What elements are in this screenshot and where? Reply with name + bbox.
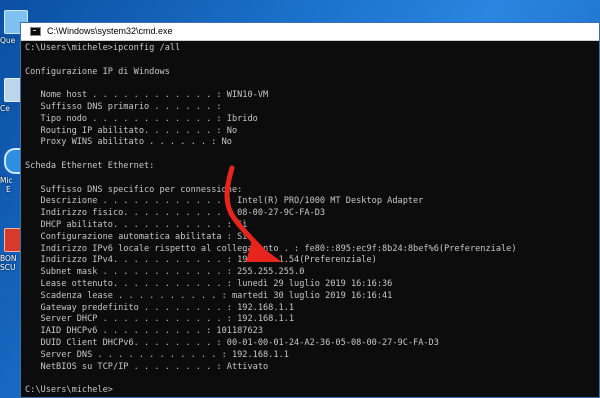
console-line: Server DNS . . . . . . . . . . . . : 192… <box>25 349 289 360</box>
console-line: Configurazione IP di Windows <box>25 66 170 77</box>
console-line: Server DHCP . . . . . . . . . . . . : 19… <box>25 314 295 325</box>
console-line: Suffisso DNS primario . . . . . . : <box>25 101 222 112</box>
console-line: Routing IP abilitato. . . . . . . : No <box>25 125 238 136</box>
console-line: DHCP abilitato. . . . . . . . . . . : Sì <box>25 219 248 230</box>
console-line: NetBIOS su TCP/IP . . . . . . . . : Atti… <box>25 361 269 372</box>
console-line: Gateway predefinito . . . . . . . . : 19… <box>25 302 295 313</box>
console-line: Subnet mask . . . . . . . . . . . . : 25… <box>25 267 305 278</box>
console-line: Suffisso DNS specifico per connessione: <box>25 184 243 195</box>
console-output[interactable]: C:\Users\michele>ipconfig /all Configuraz… <box>25 43 595 395</box>
window-title: C:\Windows\system32\cmd.exe <box>47 26 173 36</box>
console-line: Descrizione . . . . . . . . . . . . : In… <box>25 196 424 207</box>
console-line: Lease ottenuto. . . . . . . . . . . : lu… <box>25 278 393 289</box>
console-line: Indirizzo IPv6 locale rispetto al colleg… <box>25 243 517 254</box>
console-line: Scadenza lease . . . . . . . . . . : mar… <box>25 290 393 301</box>
console-line: Tipo nodo . . . . . . . . . . . . : Ibri… <box>25 113 258 124</box>
console-line: Indirizzo fisico. . . . . . . . . . : 08… <box>25 208 326 219</box>
console-line: IAID DHCPv6 . . . . . . . . . . : 101187… <box>25 326 263 337</box>
console-line: DUID Client DHCPv6. . . . . . . . : 00-0… <box>25 337 439 348</box>
window-titlebar[interactable]: C:\Windows\system32\cmd.exe <box>21 23 599 41</box>
cmd-window[interactable]: C:\Windows\system32\cmd.exe C:\Users\mic… <box>20 22 600 398</box>
cmd-icon <box>30 27 41 36</box>
console-line: Nome host . . . . . . . . . . . . : WIN1… <box>25 90 269 101</box>
console-line: Indirizzo IPv4. . . . . . . . . . . : 19… <box>25 255 377 266</box>
console-line: C:\Users\michele> <box>25 385 113 395</box>
console-line: Scheda Ethernet Ethernet: <box>25 160 155 171</box>
console-line: Proxy WINS abilitato . . . . . . : No <box>25 137 232 148</box>
console-line: Configurazione automatica abilitata : Sì <box>25 231 248 242</box>
console-line: C:\Users\michele>ipconfig /all <box>25 43 181 53</box>
